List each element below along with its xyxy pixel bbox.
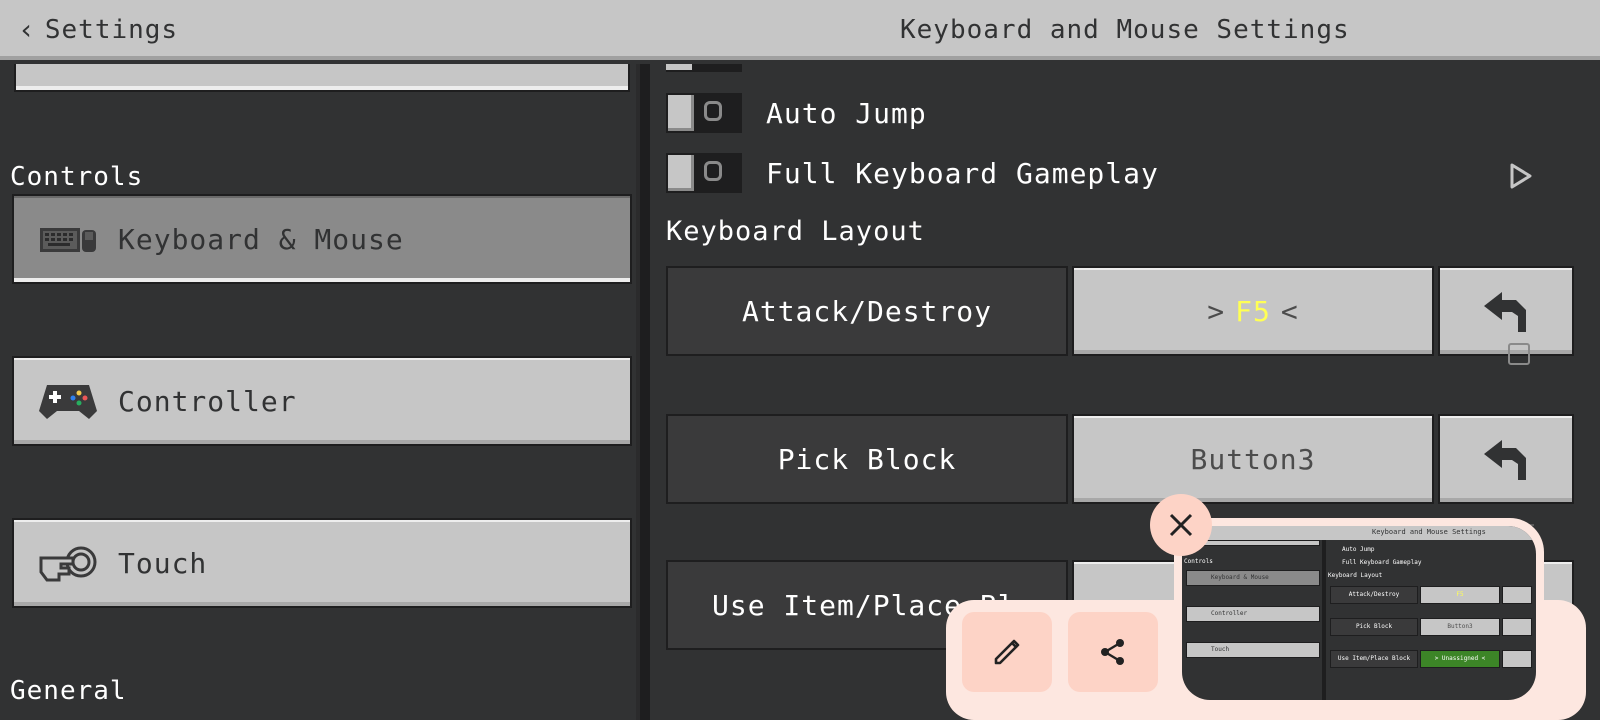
gamepad-icon (36, 377, 100, 425)
toggle-off-indicator (704, 101, 722, 121)
thumb-bind: Pick Block (1330, 618, 1418, 636)
square-icon (1508, 343, 1530, 365)
keyboard-mouse-icon (36, 215, 100, 263)
thumb-bind: Attack/Destroy (1330, 586, 1418, 604)
thumb-reset (1502, 586, 1532, 604)
touch-hand-icon (36, 539, 100, 587)
screenshot-thumbnail[interactable]: ge Keyboard and Mouse Settings Controls … (1182, 526, 1536, 700)
full-keyboard-row: Full Keyboard Gameplay (666, 150, 1159, 196)
undo-arrow-icon (1484, 440, 1526, 480)
thumb-item: Keyboard & Mouse (1186, 570, 1320, 586)
thumb-layout: Keyboard Layout (1328, 572, 1383, 579)
sidebar-item-label: Keyboard & Mouse (118, 222, 404, 256)
key-prefix: > (1207, 294, 1226, 328)
back-button[interactable]: ‹ Settings (18, 12, 178, 48)
share-icon (1101, 639, 1124, 665)
binding-row: Pick Block Button3 (666, 414, 1586, 504)
controls-heading: Controls (10, 162, 144, 192)
edit-button[interactable] (962, 612, 1052, 692)
sidebar-item-controller[interactable]: Controller (12, 356, 632, 446)
binding-action: Attack/Destroy (666, 266, 1068, 356)
page-title: Keyboard and Mouse Settings (900, 15, 1350, 45)
reset-binding-button[interactable] (1438, 266, 1574, 356)
binding-row: Attack/Destroy > F5 < (666, 266, 1586, 356)
binding-key-button[interactable]: Button3 (1072, 414, 1434, 504)
thumb-bind: Use Item/Place Block (1330, 650, 1418, 668)
sidebar-item-touch[interactable]: Touch (12, 518, 632, 608)
close-thumbnail-button[interactable] (1150, 494, 1212, 556)
reset-binding-button[interactable] (1438, 414, 1574, 504)
back-label: Settings (44, 15, 179, 45)
toggle-partial[interactable] (666, 64, 742, 72)
thumb-reset (1502, 618, 1532, 636)
toggle-knob (668, 155, 694, 191)
sidebar[interactable]: Controls Keyboard & Mouse Controller Tou… (0, 64, 636, 720)
auto-jump-toggle[interactable] (666, 93, 742, 133)
toggle-knob (668, 95, 694, 131)
keyboard-layout-heading: Keyboard Layout (666, 216, 925, 247)
binding-action: Pick Block (666, 414, 1068, 504)
key-value: F5 (1235, 294, 1271, 328)
sidebar-item-keyboard-mouse[interactable]: Keyboard & Mouse (12, 194, 632, 284)
auto-jump-row: Auto Jump (666, 90, 927, 136)
thumb-controls: Controls (1184, 558, 1213, 565)
general-heading: General (10, 676, 127, 706)
auto-jump-label: Auto Jump (766, 96, 927, 130)
full-keyboard-toggle[interactable] (666, 153, 742, 193)
key-value: Button3 (1190, 442, 1316, 476)
thumb-title: Keyboard and Mouse Settings (1372, 528, 1486, 536)
thumb-item: Touch (1186, 642, 1320, 658)
pencil-icon (994, 639, 1020, 665)
thumb-key: > Unassigned < (1420, 650, 1500, 668)
toggle-off-indicator (704, 161, 722, 181)
sidebar-item-label: Touch (118, 546, 208, 580)
thumb-key: Button3 (1420, 618, 1500, 636)
key-suffix: < (1280, 294, 1299, 328)
close-icon (1169, 513, 1193, 537)
top-bar: ‹ Settings Keyboard and Mouse Settings (0, 0, 1600, 60)
panel-divider (636, 64, 650, 720)
sidebar-item-partial[interactable] (14, 64, 630, 92)
chevron-left-icon: ‹ (18, 13, 35, 46)
undo-arrow-icon (1484, 292, 1526, 332)
thumb-reset (1502, 650, 1532, 668)
thumb-toggle: Auto Jump (1342, 546, 1375, 553)
thumb-item: Controller (1186, 606, 1320, 622)
play-icon[interactable] (1504, 160, 1536, 192)
share-button[interactable] (1068, 612, 1158, 692)
thumb-key: F5 (1420, 586, 1500, 604)
thumb-toggle: Full Keyboard Gameplay (1342, 559, 1422, 566)
sidebar-item-label: Controller (118, 384, 297, 418)
binding-key-button[interactable]: > F5 < (1072, 266, 1434, 356)
full-keyboard-label: Full Keyboard Gameplay (766, 156, 1159, 190)
thumb-divider (1322, 540, 1326, 700)
